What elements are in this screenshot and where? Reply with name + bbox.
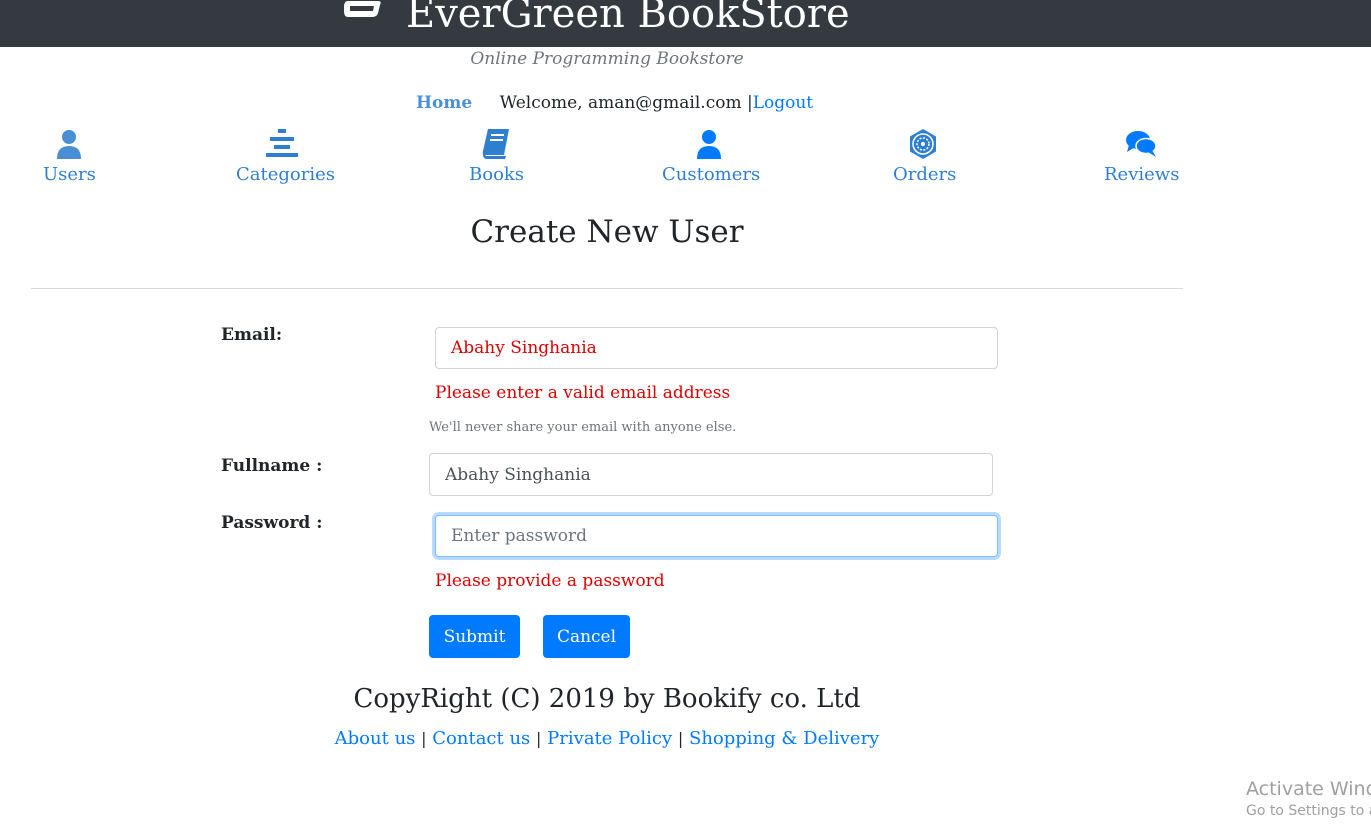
email-field[interactable]	[435, 327, 998, 369]
copyright: CopyRight (C) 2019 by Bookify co. Ltd	[353, 684, 861, 714]
activation-watermark: Activate Windo Go to Settings to a	[1246, 778, 1371, 819]
logout-link[interactable]: Logout	[753, 93, 813, 113]
password-field[interactable]	[435, 515, 998, 557]
menu-label: Orders	[893, 164, 957, 185]
book-icon	[344, 1, 381, 17]
menu-item-orders[interactable]: Orders	[893, 128, 957, 185]
menu-item-reviews[interactable]: Reviews	[1104, 128, 1180, 185]
separator: |	[536, 729, 542, 748]
brand[interactable]: EverGreen BookStore	[342, 0, 850, 44]
comments-icon	[1104, 128, 1178, 160]
menu-item-users[interactable]: Users	[43, 128, 96, 185]
watermark-line2: Go to Settings to a	[1246, 803, 1371, 819]
menu-label: Users	[43, 164, 96, 185]
menu-label: Reviews	[1104, 164, 1180, 185]
email-help-text: We'll never share your email with anyone…	[429, 420, 737, 435]
footer-links: About us | Contact us | Private Policy |…	[0, 728, 1214, 749]
user-icon	[43, 128, 95, 160]
fullname-label: Fullname :	[221, 456, 323, 476]
submit-button[interactable]: Submit	[429, 615, 520, 658]
site-header: EverGreen BookStore	[0, 0, 1371, 47]
private-policy-link[interactable]: Private Policy	[547, 728, 672, 749]
menu-item-books[interactable]: Books	[469, 128, 525, 185]
tagline: Online Programming Bookstore	[470, 49, 744, 69]
menu-item-categories[interactable]: Categories	[236, 128, 335, 185]
watermark-line1: Activate Windo	[1246, 778, 1371, 800]
menu-label: Books	[469, 164, 525, 185]
separator: |	[677, 729, 684, 748]
divider	[31, 288, 1183, 289]
page-title: Create New User	[470, 214, 744, 250]
menu-item-customers[interactable]: Customers	[662, 128, 760, 185]
home-link[interactable]: Home	[416, 93, 472, 113]
orders-icon	[893, 128, 953, 160]
email-error: Please enter a valid email address	[435, 383, 731, 403]
menu-label: Categories	[236, 164, 335, 185]
brand-title: EverGreen BookStore	[406, 0, 850, 37]
email-label: Email:	[221, 325, 283, 345]
separator: |	[421, 729, 427, 748]
customer-icon	[662, 128, 756, 160]
password-label: Password :	[221, 513, 323, 533]
contact-us-link[interactable]: Contact us	[432, 728, 530, 749]
password-error: Please provide a password	[435, 571, 665, 591]
cancel-button[interactable]: Cancel	[543, 615, 630, 658]
about-us-link[interactable]: About us	[335, 728, 416, 749]
book-icon	[469, 128, 523, 160]
menu-label: Customers	[662, 164, 761, 185]
welcome-text: Welcome, aman@gmail.com |	[499, 93, 753, 113]
user-bar: Home Welcome, aman@gmail.com |Logout	[416, 93, 813, 113]
fullname-field[interactable]	[429, 453, 993, 496]
categories-icon	[236, 128, 328, 160]
shopping-delivery-link[interactable]: Shopping & Delivery	[689, 728, 879, 749]
